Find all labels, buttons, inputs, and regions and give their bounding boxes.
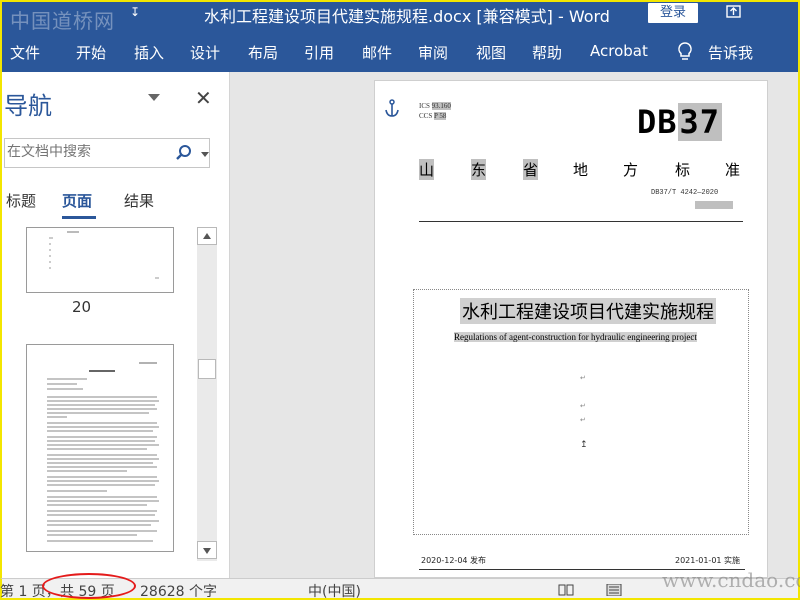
province-char: 山	[419, 159, 435, 180]
title-text-box[interactable]: 水利工程建设项目代建实施规程 Regulations of agent-cons…	[413, 289, 749, 535]
ccs-value: P 58	[433, 112, 447, 120]
tab-help[interactable]: 帮助	[532, 42, 562, 63]
province-char: 标	[675, 161, 691, 179]
db-number: 37	[677, 103, 723, 141]
paragraph-mark-icon: ↵	[580, 374, 586, 382]
tab-references[interactable]: 引用	[304, 42, 334, 63]
nav-tab-pages[interactable]: 页面	[62, 190, 92, 211]
word-count[interactable]: 28628 个字	[140, 581, 217, 600]
tab-tell-me[interactable]: 告诉我	[708, 42, 753, 63]
navigation-pane: 导航 ✕ 标题 页面 结果 20	[0, 72, 230, 578]
text-cursor-icon: ↥	[580, 440, 588, 450]
classification-codes: ICS 93.160 CCS P 58	[419, 101, 451, 121]
tab-file[interactable]: 文件	[10, 42, 40, 63]
thumbnail-scrollbar[interactable]	[197, 227, 217, 561]
ics-label: ICS	[419, 102, 430, 110]
search-icon[interactable]	[175, 144, 193, 162]
nav-pane-title: 导航	[4, 92, 52, 120]
nav-search-input[interactable]	[7, 144, 167, 160]
nav-search-box[interactable]	[4, 138, 210, 168]
close-icon[interactable]: ✕	[195, 86, 212, 110]
ribbon-tabs: 文件 开始 插入 设计 布局 引用 邮件 审阅 视图 帮助 Acrobat 告诉…	[0, 34, 800, 72]
tab-insert[interactable]: 插入	[134, 42, 164, 63]
nav-tab-headings[interactable]: 标题	[6, 190, 36, 211]
tab-mailings[interactable]: 邮件	[362, 42, 392, 63]
paragraph-mark-icon: ↵	[580, 416, 586, 424]
quick-access-icon[interactable]: ↧	[130, 5, 140, 19]
window-title: 水利工程建设项目代建实施规程.docx [兼容模式] - Word	[204, 7, 610, 26]
highlight-block	[695, 201, 733, 209]
province-char: 准	[725, 161, 741, 179]
db-code: DB	[637, 103, 678, 141]
nav-tab-results[interactable]: 结果	[124, 190, 154, 211]
header-rule	[419, 221, 743, 222]
scroll-up-button[interactable]	[197, 227, 217, 245]
effective-date: 2021-01-01 实施	[675, 556, 741, 565]
standard-code-logo: DB37	[637, 103, 723, 141]
chevron-up-icon	[203, 233, 211, 239]
lightbulb-icon[interactable]	[676, 41, 694, 63]
document-page[interactable]: ICS 93.160 CCS P 58 DB37 山 东 省 地 方 标 准 D…	[374, 80, 768, 578]
watermark-left: 中国道桥网	[10, 9, 115, 33]
province-char: 地	[573, 161, 589, 179]
thumbnail-page-number: 20	[72, 298, 92, 316]
annotation-red-circle	[42, 573, 136, 599]
title-bar: 中国道桥网 ↧ 水利工程建设项目代建实施规程.docx [兼容模式] - Wor…	[0, 0, 800, 34]
document-area: ICS 93.160 CCS P 58 DB37 山 东 省 地 方 标 准 D…	[231, 72, 800, 578]
nav-options-chevron-down-icon[interactable]	[148, 94, 160, 101]
standard-number: DB37/T 4242—2020	[651, 189, 719, 197]
search-options-chevron-down-icon[interactable]	[201, 152, 209, 157]
ccs-label: CCS	[419, 112, 433, 120]
scrollbar-thumb[interactable]	[198, 359, 216, 379]
active-tab-underline	[62, 216, 96, 219]
tab-acrobat[interactable]: Acrobat	[590, 42, 648, 60]
language-indicator[interactable]: 中(中国)	[308, 581, 361, 600]
paragraph-mark-icon: ↵	[580, 402, 586, 410]
document-title: 水利工程建设项目代建实施规程	[460, 298, 716, 324]
print-layout-icon[interactable]	[606, 583, 622, 597]
tab-layout[interactable]: 布局	[248, 42, 278, 63]
ics-value: 93.160	[431, 102, 451, 110]
tab-review[interactable]: 审阅	[418, 42, 448, 63]
page-thumbnail-21[interactable]	[26, 344, 174, 552]
page-thumbnail-20[interactable]	[26, 227, 174, 293]
chevron-down-icon	[203, 548, 211, 554]
tab-home[interactable]: 开始	[76, 42, 106, 63]
document-subtitle: Regulations of agent-construction for hy…	[454, 332, 697, 342]
province-char: 东	[471, 159, 487, 180]
anchor-icon	[383, 99, 401, 119]
watermark-right: www.cndao.com	[662, 568, 800, 592]
publish-date: 2020-12-04 发布	[421, 556, 487, 565]
tab-design[interactable]: 设计	[190, 42, 220, 63]
tab-view[interactable]: 视图	[476, 42, 506, 63]
province-char: 方	[623, 161, 639, 179]
restore-icon[interactable]	[724, 2, 744, 20]
province-char: 省	[523, 159, 539, 180]
login-button[interactable]: 登录	[648, 3, 698, 23]
read-mode-icon[interactable]	[558, 584, 574, 596]
scroll-down-button[interactable]	[197, 541, 217, 559]
